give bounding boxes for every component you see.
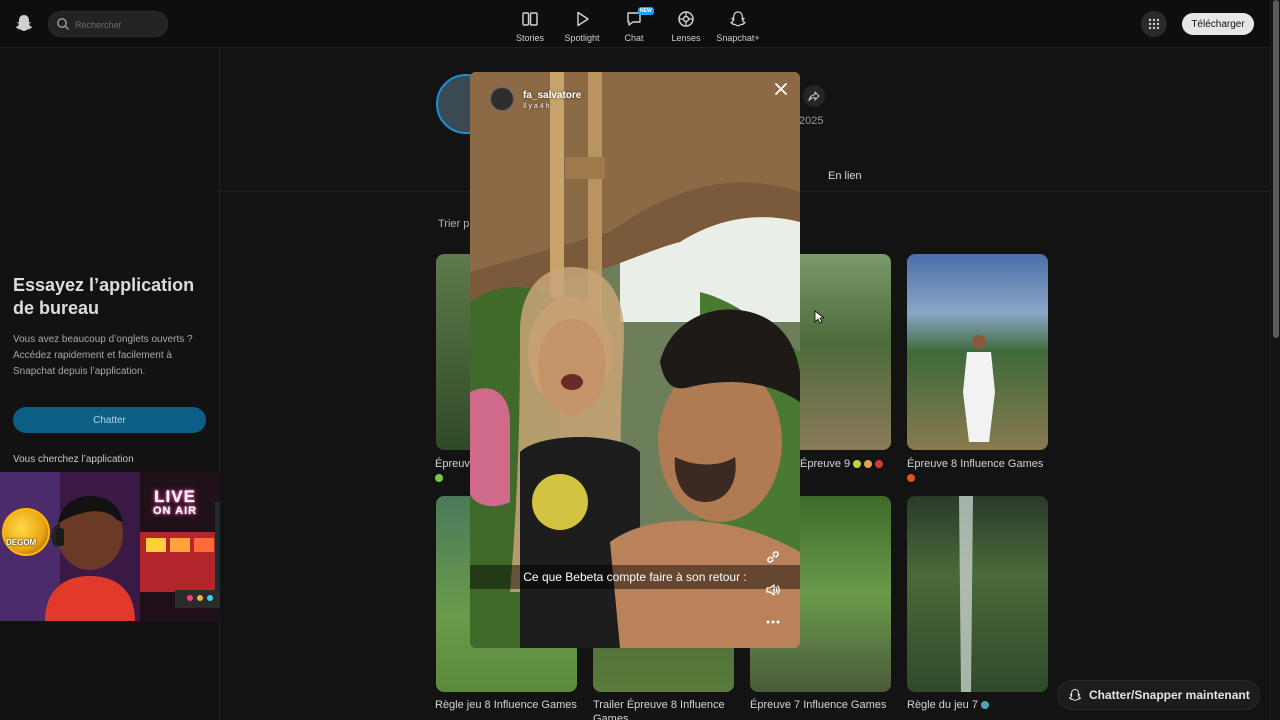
share-button[interactable] xyxy=(803,85,825,107)
snap-now-label: Chatter/Snapper maintenant xyxy=(1089,688,1250,702)
search-input[interactable] xyxy=(75,16,163,33)
new-badge: NEW xyxy=(638,7,654,15)
nav-label: Chat xyxy=(624,33,644,43)
live-sign-line1: LIVE xyxy=(154,487,196,506)
nav-spotlight[interactable]: Spotlight xyxy=(556,6,608,44)
story-header: fa_salvatore Il y a 4 h xyxy=(490,87,581,111)
story-time: Il y a 4 h xyxy=(523,103,550,110)
promo-text: Vous avez beaucoup d’onglets ouverts ? A… xyxy=(13,334,193,377)
story-caption: Ce que Bebeta compte faire à son retour … xyxy=(470,565,800,589)
tile-caption-text: Épreuve 7 Influence Games xyxy=(750,699,887,711)
tile-caption-text: Règle jeu 8 Influence Games xyxy=(435,699,577,711)
main-nav: Stories Spotlight NEW Chat Lenses Snapch… xyxy=(504,6,764,44)
nav-label: Spotlight xyxy=(564,33,600,43)
snap-now-button[interactable]: Chatter/Snapper maintenant xyxy=(1057,680,1260,710)
nav-chat[interactable]: NEW Chat xyxy=(608,6,660,44)
link-icon[interactable] xyxy=(765,549,781,565)
page: Stories Spotlight NEW Chat Lenses Snapch… xyxy=(0,0,1280,720)
tile-caption: Épreuve 8 Influence Games xyxy=(907,457,1052,485)
scrollbar[interactable] xyxy=(1270,0,1280,720)
live-on-air-sign: LIVE ON AIR xyxy=(153,487,198,518)
sort-label[interactable]: Trier p xyxy=(438,218,469,230)
live-sign-line2: ON AIR xyxy=(153,505,198,517)
tile-caption-text: Règle du jeu 7 xyxy=(907,699,978,711)
snapchat-ghost-icon[interactable] xyxy=(14,13,34,33)
emoji-icon xyxy=(875,460,884,469)
tile-caption: Règle jeu 8 Influence Games xyxy=(435,698,580,712)
tile-caption: Trailer Épreuve 8 Influence Games xyxy=(593,698,738,720)
person-figure xyxy=(963,335,995,442)
close-icon[interactable] xyxy=(772,80,790,98)
search-box[interactable] xyxy=(48,11,168,37)
tile-caption: Règle du jeu 7 xyxy=(907,698,1052,712)
nav-label: Lenses xyxy=(671,33,701,43)
share-icon xyxy=(808,91,820,101)
looking-for-app-text: Vous cherchez l’application xyxy=(13,454,134,465)
nav-label: Stories xyxy=(515,33,544,43)
profile-year: 2025 xyxy=(799,115,824,127)
nav-label: Snapchat+ xyxy=(716,33,760,43)
story-tile[interactable] xyxy=(907,496,1048,692)
emoji-icon xyxy=(981,701,990,710)
emoji-icon xyxy=(864,460,873,469)
tab-related[interactable]: En lien xyxy=(828,170,862,182)
tile-caption-text: Épreuve 8 Influence Games xyxy=(907,458,1044,470)
story-avatar[interactable] xyxy=(490,87,514,111)
chat-button[interactable]: Chatter xyxy=(13,407,206,433)
nav-lenses[interactable]: Lenses xyxy=(660,6,712,44)
search-icon xyxy=(57,18,70,31)
stories-icon xyxy=(522,12,538,26)
scrollbar-thumb[interactable] xyxy=(1273,0,1279,338)
promo-title: Essayez l’application de bureau xyxy=(13,275,195,318)
story-viewer[interactable]: fa_salvatore Il y a 4 h Ce que Bebeta co… xyxy=(470,72,800,648)
sound-icon[interactable] xyxy=(765,582,781,598)
ghost-plus-icon xyxy=(730,11,746,27)
more-options-icon[interactable] xyxy=(765,614,781,630)
play-icon xyxy=(577,11,589,27)
grid-icon xyxy=(1148,18,1160,30)
emoji-icon xyxy=(907,474,915,483)
nav-snapchat-plus[interactable]: Snapchat+ xyxy=(712,6,764,44)
story-tile[interactable] xyxy=(907,254,1048,450)
ghost-icon xyxy=(1069,688,1081,701)
nav-stories[interactable]: Stories xyxy=(504,6,556,44)
apps-grid-button[interactable] xyxy=(1141,11,1167,37)
mouse-cursor-icon xyxy=(814,310,824,324)
waterfall-shape xyxy=(959,496,973,692)
story-image xyxy=(470,72,800,648)
story-username[interactable]: fa_salvatore xyxy=(523,90,581,101)
top-bar: Stories Spotlight NEW Chat Lenses Snapch… xyxy=(0,0,1270,48)
emoji-icon xyxy=(435,474,443,483)
streamer-logo-text: DEGOM xyxy=(6,538,37,547)
tile-caption-text: Trailer Épreuve 8 Influence Games xyxy=(593,699,725,720)
download-button[interactable]: Télécharger xyxy=(1182,13,1254,35)
emoji-icon xyxy=(853,460,862,469)
streamer-logo: DEGOM xyxy=(2,508,50,556)
tile-caption-text: Épreuve 9 xyxy=(800,458,851,470)
lens-icon xyxy=(678,11,694,27)
tile-caption: Épreuve 7 Influence Games xyxy=(750,698,895,712)
